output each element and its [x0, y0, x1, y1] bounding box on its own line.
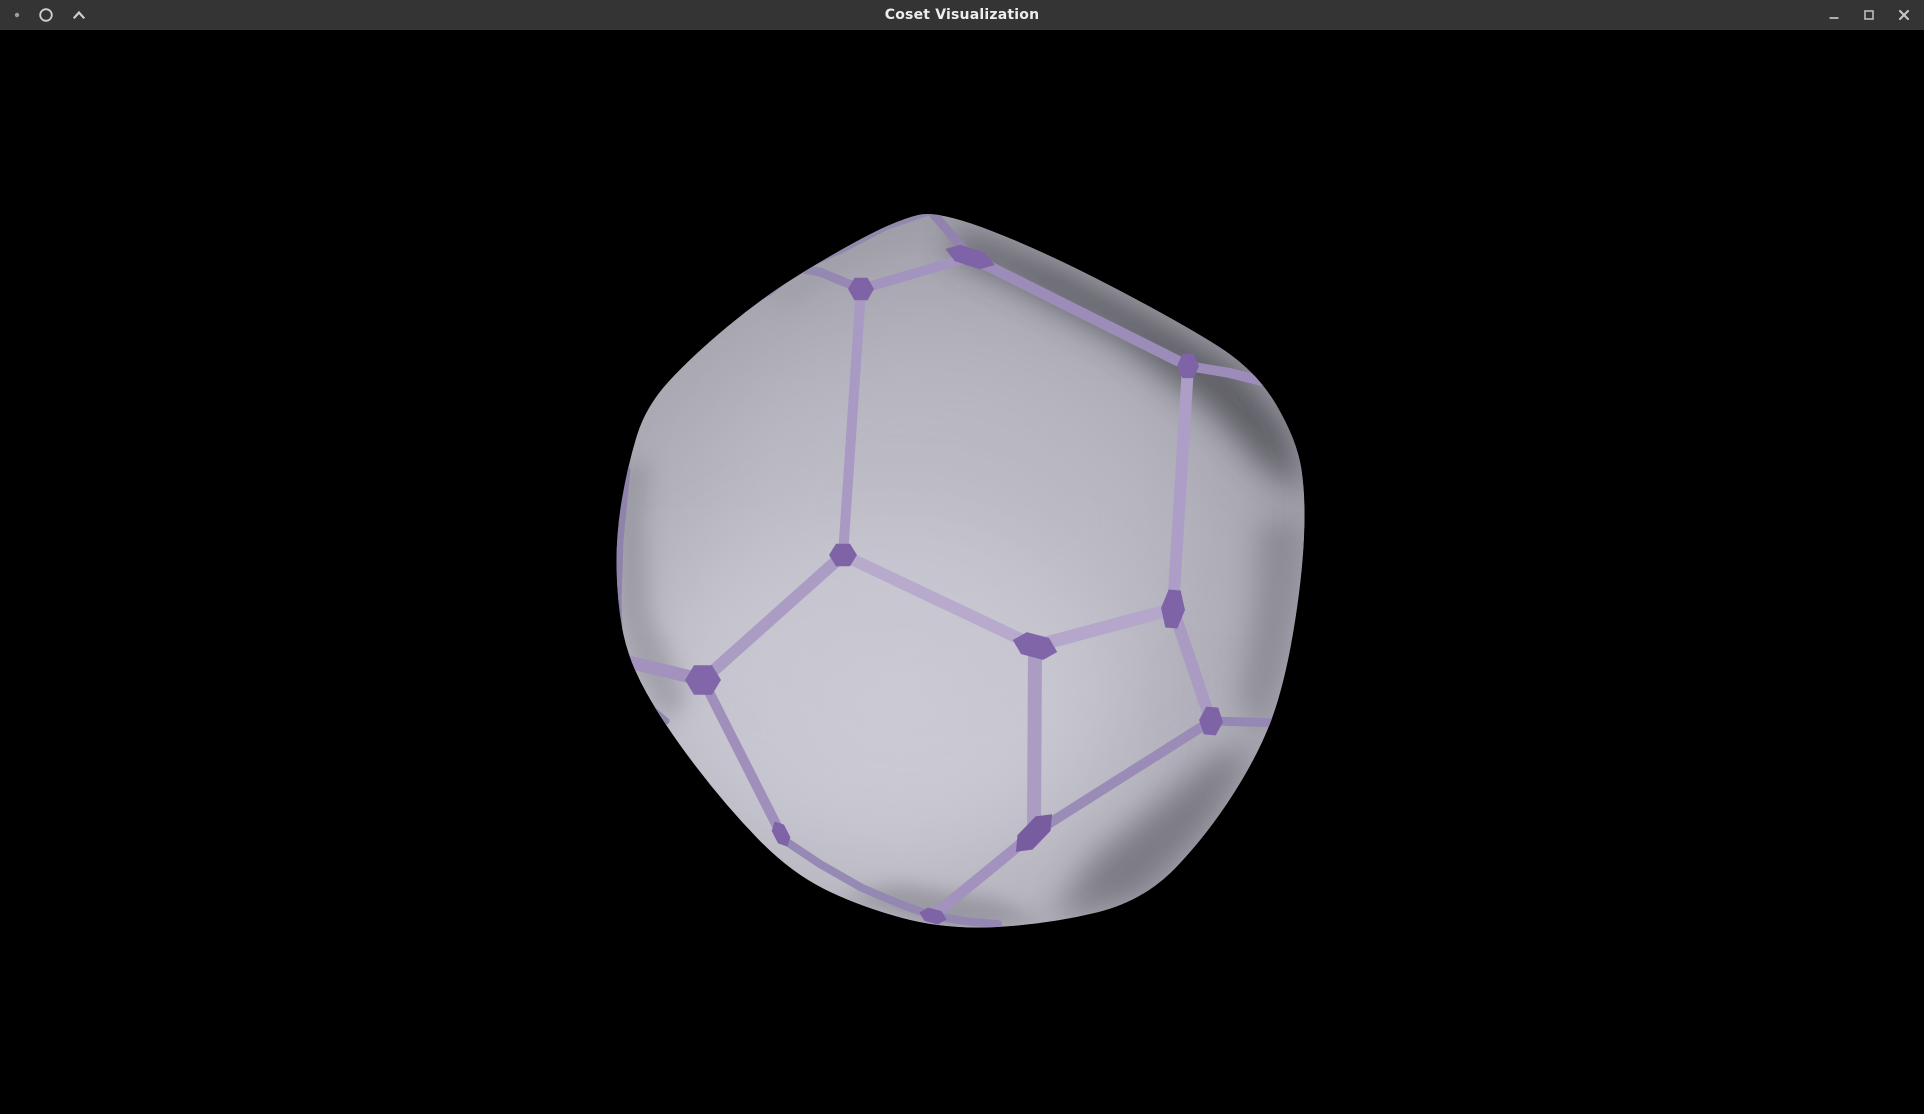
- titlebar[interactable]: Coset Visualization: [0, 0, 1924, 30]
- maximize-button[interactable]: [1861, 7, 1877, 23]
- render-canvas[interactable]: [0, 30, 1924, 1114]
- titlebar-left-icons: [13, 0, 87, 30]
- highlight-top-face: [700, 315, 1200, 705]
- polyhedron-edge-FI: [1034, 646, 1035, 833]
- window-controls: [1826, 0, 1912, 30]
- render-viewport[interactable]: [0, 30, 1924, 1114]
- record-circle-icon[interactable]: [38, 7, 54, 23]
- menu-dot-icon[interactable]: [13, 7, 21, 23]
- minimize-button[interactable]: [1826, 7, 1842, 23]
- window-title: Coset Visualization: [0, 0, 1924, 30]
- polyhedron-vertex-K: [611, 645, 629, 674]
- close-button[interactable]: [1896, 7, 1912, 23]
- chevron-up-icon[interactable]: [71, 7, 87, 23]
